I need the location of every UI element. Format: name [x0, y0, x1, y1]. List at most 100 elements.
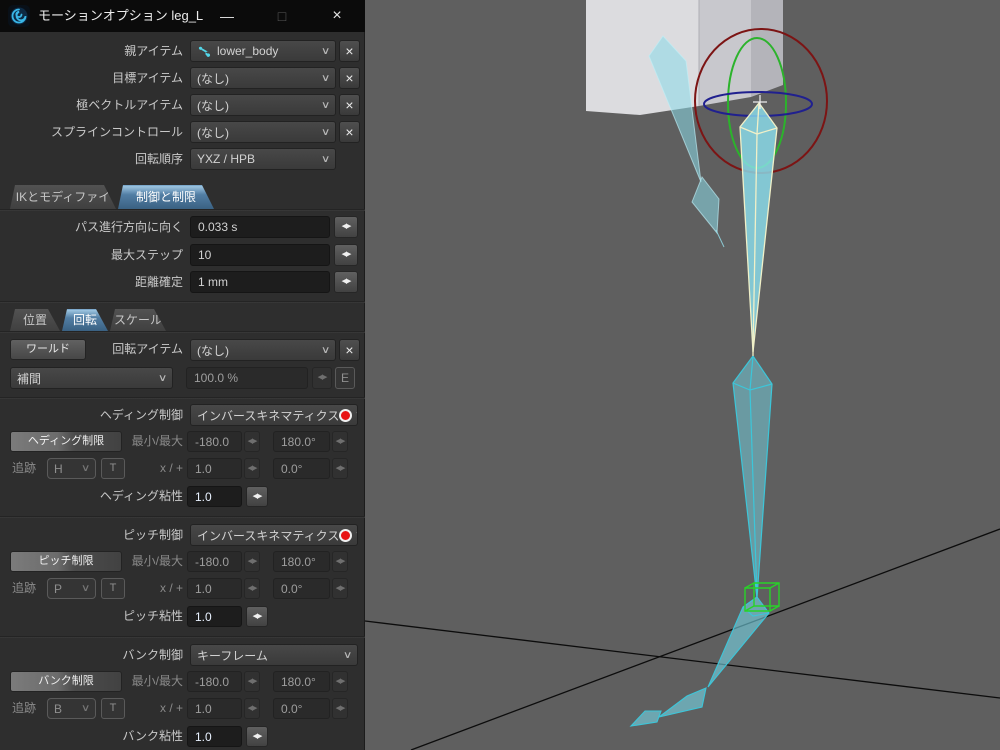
pitch-min-field[interactable]: -180.0: [187, 551, 242, 572]
tolerance-field[interactable]: 1 mm: [190, 271, 330, 293]
max-steps-field[interactable]: 10: [190, 244, 330, 266]
target-item-value: (なし): [197, 71, 229, 86]
bank-min-field[interactable]: -180.0: [187, 671, 242, 692]
bank-track-label: 追跡: [12, 701, 37, 715]
chevron-down-icon: ∨: [355, 530, 357, 541]
bank-stiffness-label: バンク粘性: [122, 729, 183, 743]
pitch-max-stepper: ◀▶: [332, 551, 348, 572]
pitch-track-channel-dropdown: P ∨: [47, 578, 96, 599]
pitch-stiffness-label: ピッチ粘性: [122, 609, 183, 623]
heading-track-t-button: T: [101, 458, 125, 479]
chevron-down-icon: ∨: [320, 126, 331, 138]
max-steps-stepper[interactable]: ◀▶: [334, 244, 358, 266]
max-steps-label: 最大ステップ: [110, 248, 183, 262]
heading-control-dropdown[interactable]: インバースキネマティクス ∨: [190, 404, 358, 426]
heading-stiffness-field[interactable]: 1.0: [187, 486, 242, 507]
tab-control-and-limits[interactable]: 制御と制限: [118, 185, 214, 209]
rotation-order-label: 回転順序: [134, 152, 183, 166]
bank-control-dropdown[interactable]: キーフレーム ∨: [190, 644, 358, 666]
heading-track-channel: H: [54, 461, 63, 476]
heading-track-label: 追跡: [12, 461, 37, 475]
heading-track-channel-dropdown: H ∨: [47, 458, 96, 479]
tab-ik-and-modifiers[interactable]: IKとモディファイヤ: [10, 185, 116, 209]
tolerance-stepper[interactable]: ◀▶: [334, 271, 358, 293]
interpolation-value: 補間: [17, 371, 42, 386]
heading-stiffness-stepper[interactable]: ◀▶: [246, 486, 268, 507]
pitch-max-field[interactable]: 180.0°: [273, 551, 330, 572]
parent-item-dropdown[interactable]: lower_body ∨: [190, 40, 336, 62]
path-look-ahead-field[interactable]: 0.033 s: [190, 216, 330, 238]
interpolation-stepper: ◀▶: [312, 367, 332, 389]
bank-stiffness-field[interactable]: 1.0: [187, 726, 242, 747]
heading-multiply-field[interactable]: 1.0: [187, 458, 242, 479]
parent-item-label: 親アイテム: [124, 44, 183, 58]
bank-limits-toggle[interactable]: バンク制限: [10, 671, 122, 692]
envelope-button: E: [335, 367, 355, 389]
heading-add-stepper: ◀▶: [332, 458, 348, 479]
pitch-stiffness-field[interactable]: 1.0: [187, 606, 242, 627]
tolerance-label: 距離確定: [134, 275, 183, 289]
pole-vector-value: (なし): [197, 98, 229, 113]
bank-add-stepper: ◀▶: [332, 698, 348, 719]
target-item-dropdown[interactable]: (なし) ∨: [190, 67, 336, 89]
bank-xplus-label: x / +: [159, 701, 183, 715]
interpolation-percent-field[interactable]: 100.0 %: [186, 367, 308, 389]
rotation-item-value: (なし): [197, 343, 229, 358]
pole-vector-clear-button[interactable]: ×: [339, 94, 360, 116]
heading-add-field[interactable]: 0.0°: [273, 458, 330, 479]
rotation-item-clear-button[interactable]: ×: [339, 339, 360, 361]
target-item-label: 目標アイテム: [112, 71, 183, 85]
window-title: モーションオプション leg_L: [38, 8, 204, 23]
app-logo-icon: [8, 5, 30, 27]
pitch-limits-toggle[interactable]: ピッチ制限: [10, 551, 122, 572]
minimize-button[interactable]: —: [205, 0, 249, 32]
heading-control-value: インバースキネマティクス: [197, 408, 340, 423]
heading-multiply-stepper: ◀▶: [244, 458, 260, 479]
pole-vector-label: 極ベクトルアイテム: [76, 98, 183, 112]
chevron-down-icon: ∨: [157, 372, 168, 384]
rotation-item-dropdown[interactable]: (なし) ∨: [190, 339, 336, 361]
pitch-track-channel: P: [54, 581, 63, 596]
rotation-item-label: 回転アイテム: [112, 342, 183, 356]
pitch-multiply-field[interactable]: 1.0: [187, 578, 242, 599]
window-titlebar[interactable]: モーションオプション leg_L — □ ×: [0, 0, 365, 32]
divider: [0, 209, 365, 211]
pitch-min-stepper: ◀▶: [244, 551, 260, 572]
heading-limits-toggle[interactable]: ヘディング制限: [10, 431, 122, 452]
interpolation-dropdown[interactable]: 補間 ∨: [10, 367, 173, 389]
divider: [0, 636, 365, 638]
target-item-clear-button[interactable]: ×: [339, 67, 360, 89]
pitch-control-value: インバースキネマティクス: [197, 528, 340, 543]
bank-stiffness-stepper[interactable]: ◀▶: [246, 726, 268, 747]
heading-max-stepper: ◀▶: [332, 431, 348, 452]
divider: [0, 516, 365, 518]
spline-control-clear-button[interactable]: ×: [339, 121, 360, 143]
heading-control-label: ヘディング制御: [99, 408, 183, 422]
chevron-down-icon: ∨: [80, 463, 91, 474]
bank-add-field[interactable]: 0.0°: [273, 698, 330, 719]
bank-track-channel-dropdown: B ∨: [47, 698, 96, 719]
viewport-3d: [365, 0, 1000, 750]
spline-control-dropdown[interactable]: (なし) ∨: [190, 121, 336, 143]
close-button[interactable]: ×: [315, 0, 359, 32]
bank-max-field[interactable]: 180.0°: [273, 671, 330, 692]
pitch-add-field[interactable]: 0.0°: [273, 578, 330, 599]
bank-track-channel: B: [54, 701, 63, 716]
bank-multiply-stepper: ◀▶: [244, 698, 260, 719]
bank-minmax-label: 最小/最大: [131, 674, 183, 688]
rotation-order-dropdown[interactable]: YXZ / HPB ∨: [190, 148, 336, 170]
pole-vector-dropdown[interactable]: (なし) ∨: [190, 94, 336, 116]
pitch-minmax-label: 最小/最大: [131, 554, 183, 568]
path-look-ahead-stepper[interactable]: ◀▶: [334, 216, 358, 238]
chevron-down-icon: ∨: [80, 583, 91, 594]
pitch-control-dropdown[interactable]: インバースキネマティクス ∨: [190, 524, 358, 546]
heading-min-field[interactable]: -180.0: [187, 431, 242, 452]
mesh-face-right: [699, 0, 751, 106]
bank-multiply-field[interactable]: 1.0: [187, 698, 242, 719]
pitch-stiffness-stepper[interactable]: ◀▶: [246, 606, 268, 627]
heading-max-field[interactable]: 180.0°: [273, 431, 330, 452]
ik-active-indicator: [339, 408, 353, 422]
chevron-down-icon: ∨: [320, 45, 331, 57]
chevron-down-icon: ∨: [320, 99, 331, 111]
parent-item-clear-button[interactable]: ×: [339, 40, 360, 62]
